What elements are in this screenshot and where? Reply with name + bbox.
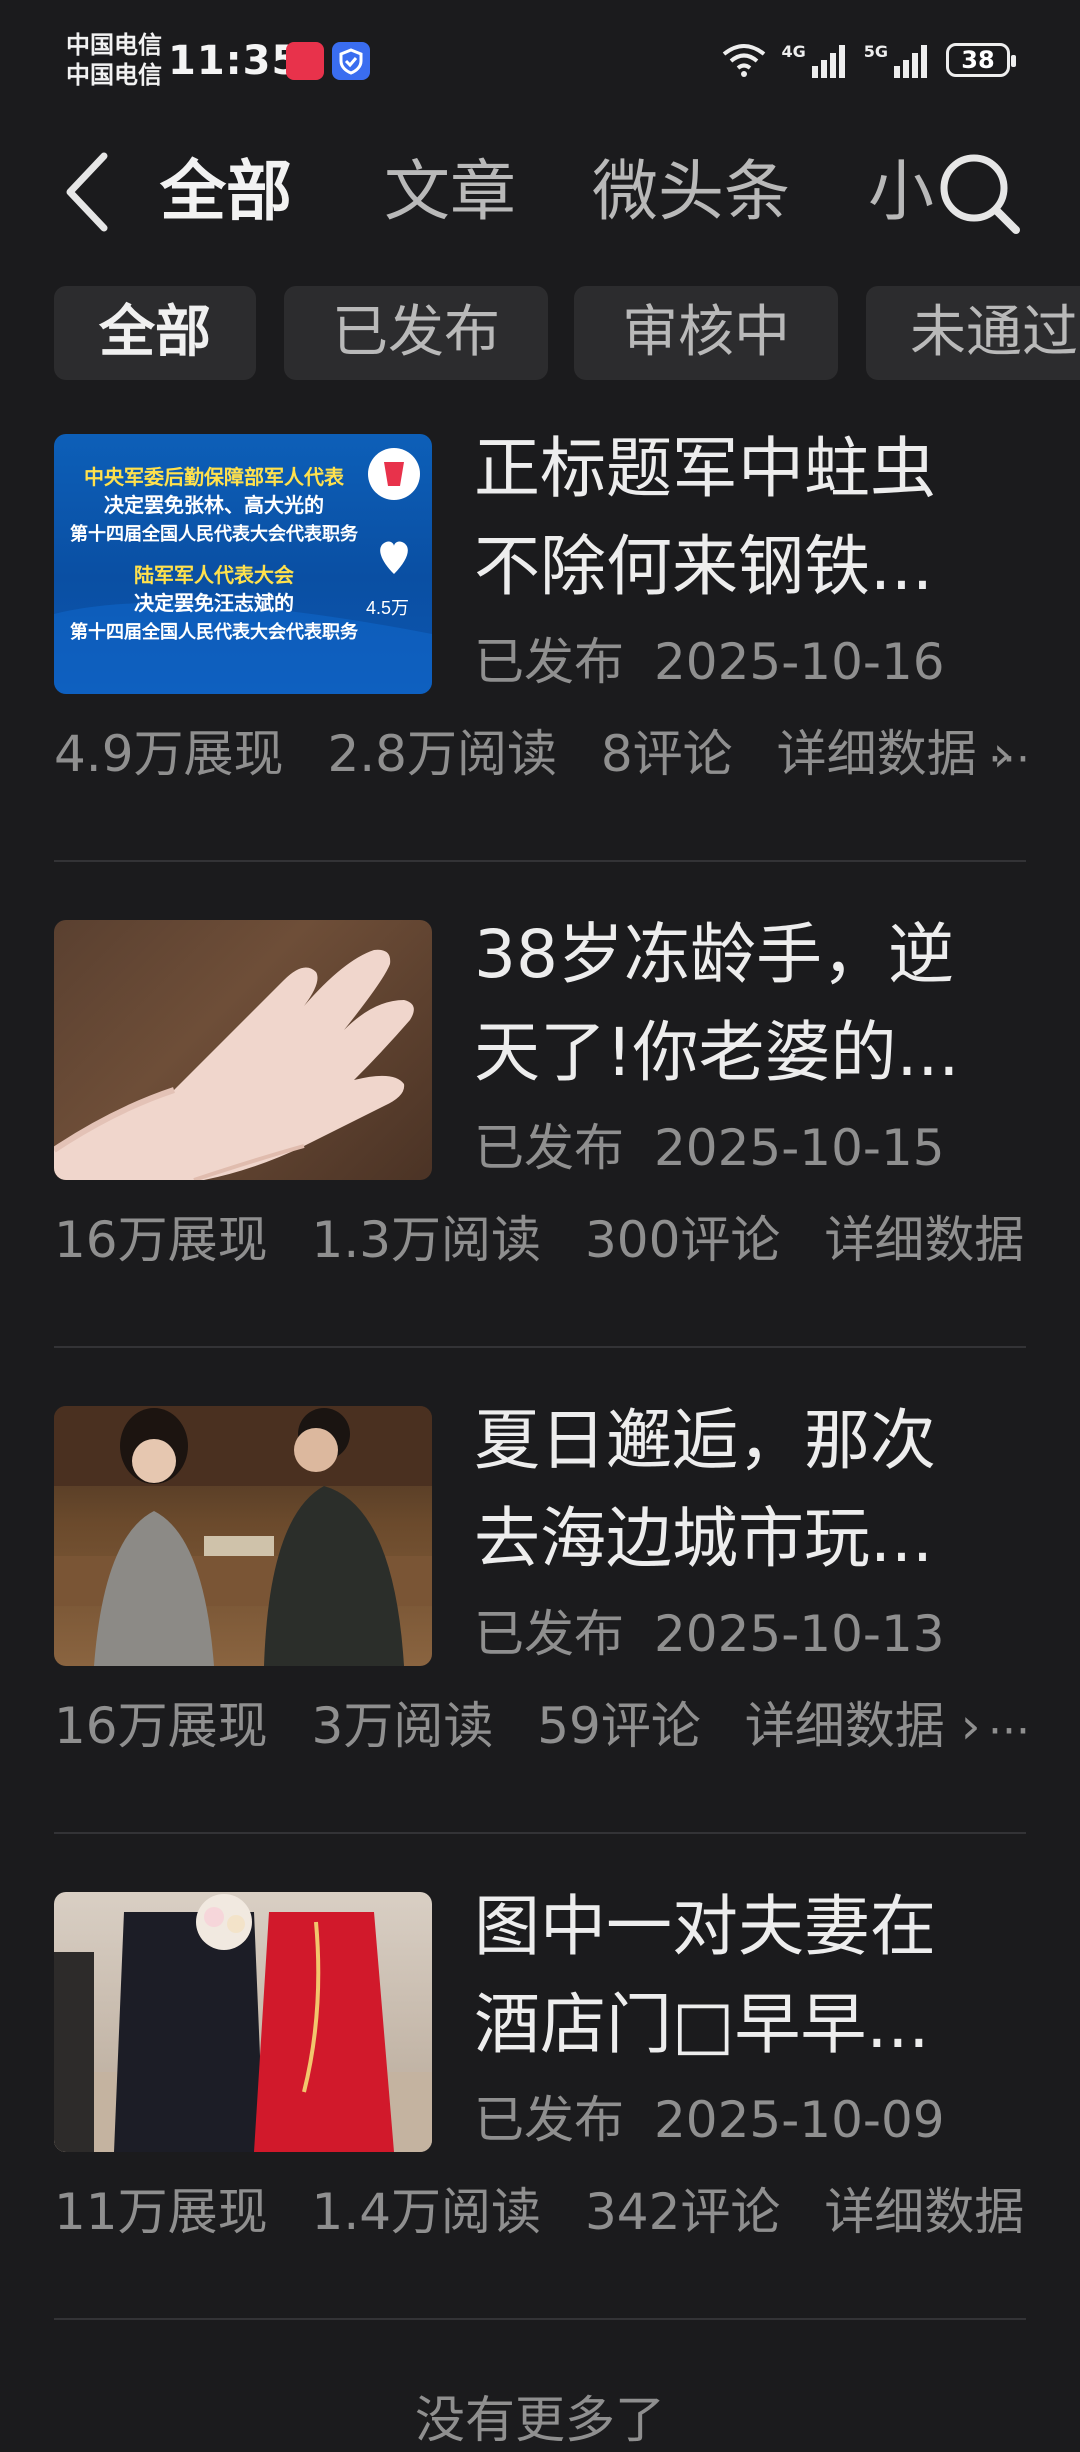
article-card[interactable]: 中央军委后勤保障部军人代表 决定罢免张林、高大光的 第十四届全国人民代表大会代表…: [0, 430, 1080, 920]
status-label: 已发布: [474, 1119, 624, 1177]
impressions: 11万展现: [54, 2183, 268, 2241]
filter-published[interactable]: 已发布: [284, 286, 548, 380]
reads: 1.4万阅读: [311, 2183, 542, 2241]
network-type-1: 4G: [781, 41, 806, 61]
impressions: 4.9万展现: [54, 725, 284, 783]
comments[interactable]: 342评论: [585, 2183, 780, 2241]
article-stats: 16万展现 1.3万阅读 300评论 详细数据 ›: [54, 1208, 1034, 1272]
publish-date: 2025-10-13: [654, 1605, 945, 1663]
publish-date: 2025-10-16: [654, 633, 945, 691]
article-thumbnail: [54, 920, 432, 1180]
divider: [54, 1346, 1026, 1348]
battery-icon: 38: [946, 43, 1016, 77]
carrier-labels: 中国电信 中国电信: [66, 30, 162, 90]
couple-wedding-graphic: [54, 1894, 432, 2152]
comments[interactable]: 8评论: [601, 725, 733, 783]
status-bar: 中国电信 中国电信 11:35 4G 5G 38: [0, 0, 1080, 120]
article-stats: 4.9万展现 2.8万阅读 8评论 详细数据 ›: [54, 722, 1034, 786]
thumbnail-like-count: 4.5万: [366, 598, 410, 618]
carrier-1: 中国电信: [66, 31, 162, 59]
article-title[interactable]: 夏日邂逅，那次 去海边城市玩...: [474, 1392, 1034, 1588]
status-label: 已发布: [474, 633, 624, 691]
end-of-list-hint: 没有更多了: [415, 2391, 665, 2449]
details-link[interactable]: 详细数据 ›: [824, 2183, 1034, 2241]
divider: [54, 2318, 1026, 2320]
article-thumbnail: [54, 1406, 432, 1666]
article-stats: 11万展现 1.4万阅读 342评论 详细数据 ›: [54, 2180, 1034, 2244]
article-title[interactable]: 图中一对夫妻在 酒店门□早早...: [474, 1878, 1034, 2074]
comments[interactable]: 59评论: [537, 1697, 701, 1755]
signal-icon-2: [894, 45, 927, 78]
tab-partial[interactable]: 小: [868, 142, 934, 242]
wifi-icon: [723, 44, 766, 77]
status-label: 已发布: [474, 2091, 624, 2149]
filter-rejected[interactable]: 未通过: [866, 286, 1080, 380]
article-card[interactable]: 38岁冻龄手，逆 天了!你老婆的... 已发布 2025-10-15 16万展现 …: [0, 916, 1080, 1406]
article-card[interactable]: 图中一对夫妻在 酒店门□早早... 已发布 2025-10-09 11万展现 1.…: [0, 1888, 1080, 2378]
divider: [54, 860, 1026, 862]
reads: 1.3万阅读: [311, 1211, 542, 1269]
article-meta: 已发布 2025-10-16: [474, 632, 945, 692]
signal-icon: [811, 45, 845, 78]
reads: 3万阅读: [311, 1697, 494, 1755]
status-icons: 4G 5G 38: [721, 38, 1016, 82]
article-meta: 已发布 2025-10-15: [474, 1118, 945, 1178]
article-thumbnail: 中央军委后勤保障部军人代表 决定罢免张林、高大光的 第十四届全国人民代表大会代表…: [54, 434, 432, 694]
filter-all[interactable]: 全部: [54, 286, 256, 380]
tab-all[interactable]: 全部: [160, 142, 292, 242]
more-options-icon[interactable]: ···: [988, 1706, 1030, 1757]
filter-reviewing[interactable]: 审核中: [574, 286, 838, 380]
status-label: 已发布: [474, 1605, 624, 1663]
article-title[interactable]: 38岁冻龄手，逆 天了!你老婆的...: [474, 906, 1034, 1102]
carrier-2: 中国电信: [66, 61, 162, 89]
impressions: 16万展现: [54, 1211, 268, 1269]
search-icon[interactable]: [926, 142, 1030, 242]
article-title[interactable]: 正标题军中蛀虫 不除何来钢铁...: [474, 420, 1034, 616]
network-type-2: 5G: [863, 41, 888, 61]
details-link[interactable]: 详细数据 ›: [777, 725, 1013, 783]
article-stats: 16万展现 3万阅读 59评论 详细数据 ›: [54, 1694, 1034, 1758]
hand-photo-graphic: [54, 949, 414, 1180]
couple-photo-graphic: [54, 1406, 432, 1666]
battery-level: 38: [961, 46, 995, 74]
comments[interactable]: 300评论: [585, 1211, 780, 1269]
top-nav: 全部 文章 微头条 小: [0, 130, 1080, 250]
more-options-icon[interactable]: ···: [988, 734, 1030, 785]
back-arrow-icon[interactable]: [58, 142, 118, 242]
details-link[interactable]: 详细数据 ›: [824, 1211, 1034, 1269]
divider: [54, 1832, 1026, 1834]
article-meta: 已发布 2025-10-13: [474, 1604, 945, 1664]
reads: 2.8万阅读: [327, 725, 557, 783]
article-thumbnail: [54, 1892, 432, 2152]
notification-app-icon: [286, 42, 324, 80]
details-link[interactable]: 详细数据 ›: [745, 1697, 981, 1755]
impressions: 16万展现: [54, 1697, 268, 1755]
publish-date: 2025-10-15: [654, 1119, 945, 1177]
publish-date: 2025-10-09: [654, 2091, 945, 2149]
article-meta: 已发布 2025-10-09: [474, 2090, 945, 2150]
article-card[interactable]: 夏日邂逅，那次 去海边城市玩... 已发布 2025-10-13 16万展现 3万…: [0, 1402, 1080, 1892]
clock: 11:35: [168, 38, 301, 84]
thumbnail-text: 中央军委后勤保障部军人代表 决定罢免张林、高大光的 第十四届全国人民代表大会代表…: [70, 467, 358, 642]
tab-micro-posts[interactable]: 微头条: [592, 142, 790, 242]
shield-app-icon: [332, 42, 370, 80]
tab-articles[interactable]: 文章: [384, 142, 516, 242]
